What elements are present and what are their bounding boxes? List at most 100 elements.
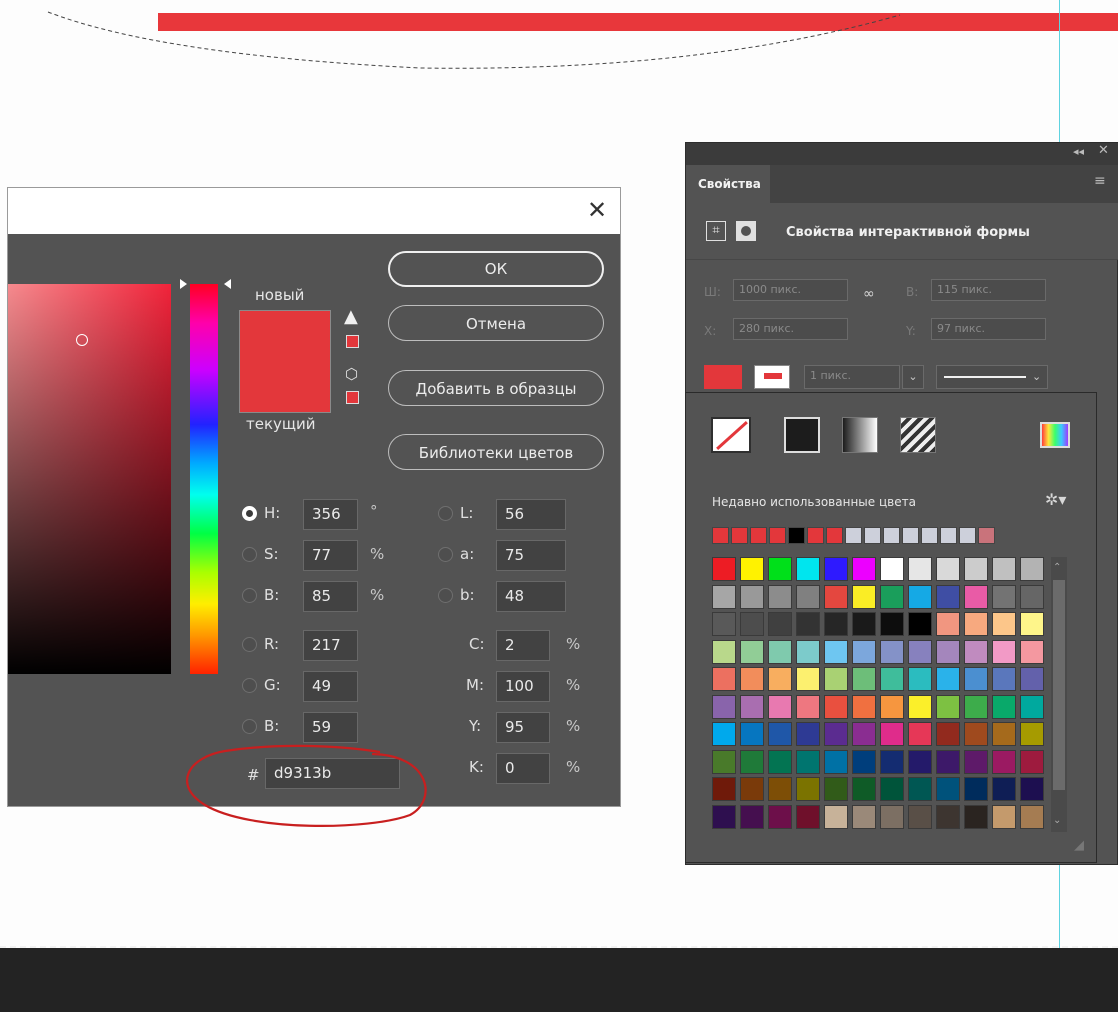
- swatch-color[interactable]: [936, 667, 960, 691]
- recent-color-swatch[interactable]: [978, 527, 995, 544]
- swatch-color[interactable]: [824, 584, 848, 609]
- fill-color-swatch[interactable]: [704, 365, 742, 389]
- y-field[interactable]: 97 пикс.: [931, 318, 1046, 340]
- swatch-color[interactable]: [1020, 667, 1044, 691]
- resize-grip-icon[interactable]: ◢: [1074, 838, 1084, 853]
- recent-color-swatch[interactable]: [845, 527, 862, 544]
- swatch-color[interactable]: [712, 694, 736, 719]
- recent-color-swatch[interactable]: [826, 527, 843, 544]
- swatch-color[interactable]: [908, 777, 932, 801]
- swatch-color[interactable]: [740, 749, 764, 774]
- swatch-color[interactable]: [908, 722, 932, 746]
- swatch-color[interactable]: [852, 639, 876, 664]
- swatch-color[interactable]: [992, 612, 1016, 636]
- recent-color-swatch[interactable]: [712, 527, 729, 544]
- swatch-color[interactable]: [880, 804, 904, 829]
- swatch-color[interactable]: [1020, 722, 1044, 746]
- swatch-color[interactable]: [768, 584, 792, 609]
- swatch-color[interactable]: [768, 777, 792, 801]
- gamut-warning-swatch[interactable]: [346, 335, 359, 348]
- swatch-color[interactable]: [880, 722, 904, 746]
- saturation-brightness-field[interactable]: [8, 284, 171, 674]
- swatch-color[interactable]: [740, 584, 764, 609]
- g-field[interactable]: 49: [303, 671, 358, 702]
- swatch-color[interactable]: [852, 694, 876, 719]
- swatch-color[interactable]: [936, 722, 960, 746]
- swatch-color[interactable]: [796, 557, 820, 581]
- radio-l[interactable]: [438, 506, 453, 521]
- swatch-color[interactable]: [992, 639, 1016, 664]
- shape-transform-icon[interactable]: ⌗: [706, 221, 726, 241]
- swatch-color[interactable]: [936, 639, 960, 664]
- collapse-icon[interactable]: ◂◂: [1073, 145, 1084, 158]
- bl-field[interactable]: 59: [303, 712, 358, 743]
- swatch-color[interactable]: [908, 639, 932, 664]
- chevron-down-icon[interactable]: ⌄: [1032, 370, 1041, 383]
- swatch-color[interactable]: [852, 749, 876, 774]
- swatch-color[interactable]: [852, 777, 876, 801]
- swatch-color[interactable]: [768, 639, 792, 664]
- dialog-titlebar[interactable]: [8, 188, 620, 234]
- recent-color-swatch[interactable]: [940, 527, 957, 544]
- radio-bl[interactable]: [242, 719, 257, 734]
- stroke-width-field[interactable]: 1 пикс.: [804, 365, 900, 389]
- swatch-color[interactable]: [880, 639, 904, 664]
- swatch-color[interactable]: [936, 612, 960, 636]
- web-safe-cube-icon[interactable]: ⬡: [345, 365, 358, 383]
- swatch-scrollbar-thumb[interactable]: [1053, 580, 1065, 790]
- hex-field[interactable]: d9313b: [265, 758, 400, 789]
- add-to-swatches-button[interactable]: Добавить в образцы: [388, 370, 604, 406]
- swatch-color[interactable]: [712, 612, 736, 636]
- swatch-color[interactable]: [992, 667, 1016, 691]
- fill-type-pattern-button[interactable]: [900, 417, 936, 453]
- swatch-color[interactable]: [880, 584, 904, 609]
- c-field[interactable]: 2: [496, 630, 550, 661]
- color-picker-icon[interactable]: [1040, 422, 1070, 448]
- chevron-down-icon[interactable]: ⌄: [1053, 815, 1061, 826]
- swatch-color[interactable]: [740, 557, 764, 581]
- swatch-color[interactable]: [908, 612, 932, 636]
- swatch-color[interactable]: [964, 584, 988, 609]
- swatch-color[interactable]: [964, 777, 988, 801]
- swatch-color[interactable]: [740, 667, 764, 691]
- swatch-color[interactable]: [908, 804, 932, 829]
- swatch-color[interactable]: [1020, 584, 1044, 609]
- panel-menu-icon[interactable]: ≡: [1094, 173, 1106, 189]
- k-field[interactable]: 0: [496, 753, 550, 784]
- swatch-color[interactable]: [768, 749, 792, 774]
- swatch-color[interactable]: [740, 777, 764, 801]
- swatch-color[interactable]: [712, 667, 736, 691]
- swatch-color[interactable]: [964, 612, 988, 636]
- l-field[interactable]: 56: [496, 499, 566, 530]
- close-icon[interactable]: ✕: [1098, 143, 1109, 158]
- swatch-color[interactable]: [964, 749, 988, 774]
- swatch-color[interactable]: [936, 694, 960, 719]
- swatch-color[interactable]: [964, 667, 988, 691]
- swatch-color[interactable]: [824, 722, 848, 746]
- swatch-color[interactable]: [908, 667, 932, 691]
- s-field[interactable]: 77: [303, 540, 358, 571]
- swatch-color[interactable]: [712, 777, 736, 801]
- swatch-color[interactable]: [768, 667, 792, 691]
- recent-color-swatch[interactable]: [959, 527, 976, 544]
- swatch-color[interactable]: [852, 557, 876, 581]
- r-field[interactable]: 217: [303, 630, 358, 661]
- web-safe-swatch[interactable]: [346, 391, 359, 404]
- swatch-color[interactable]: [824, 612, 848, 636]
- swatch-color[interactable]: [1020, 639, 1044, 664]
- gear-icon[interactable]: ✲▾: [1045, 490, 1066, 509]
- swatch-color[interactable]: [880, 694, 904, 719]
- swatch-color[interactable]: [908, 584, 932, 609]
- recent-color-swatch[interactable]: [769, 527, 786, 544]
- fill-type-gradient-button[interactable]: [842, 417, 878, 453]
- color-field-cursor[interactable]: [76, 334, 88, 346]
- swatch-color[interactable]: [1020, 749, 1044, 774]
- recent-color-swatch[interactable]: [807, 527, 824, 544]
- swatch-color[interactable]: [824, 804, 848, 829]
- cancel-button[interactable]: Отмена: [388, 305, 604, 341]
- swatch-color[interactable]: [936, 804, 960, 829]
- swatch-color[interactable]: [964, 804, 988, 829]
- swatch-color[interactable]: [740, 639, 764, 664]
- swatch-color[interactable]: [992, 722, 1016, 746]
- swatch-color[interactable]: [796, 612, 820, 636]
